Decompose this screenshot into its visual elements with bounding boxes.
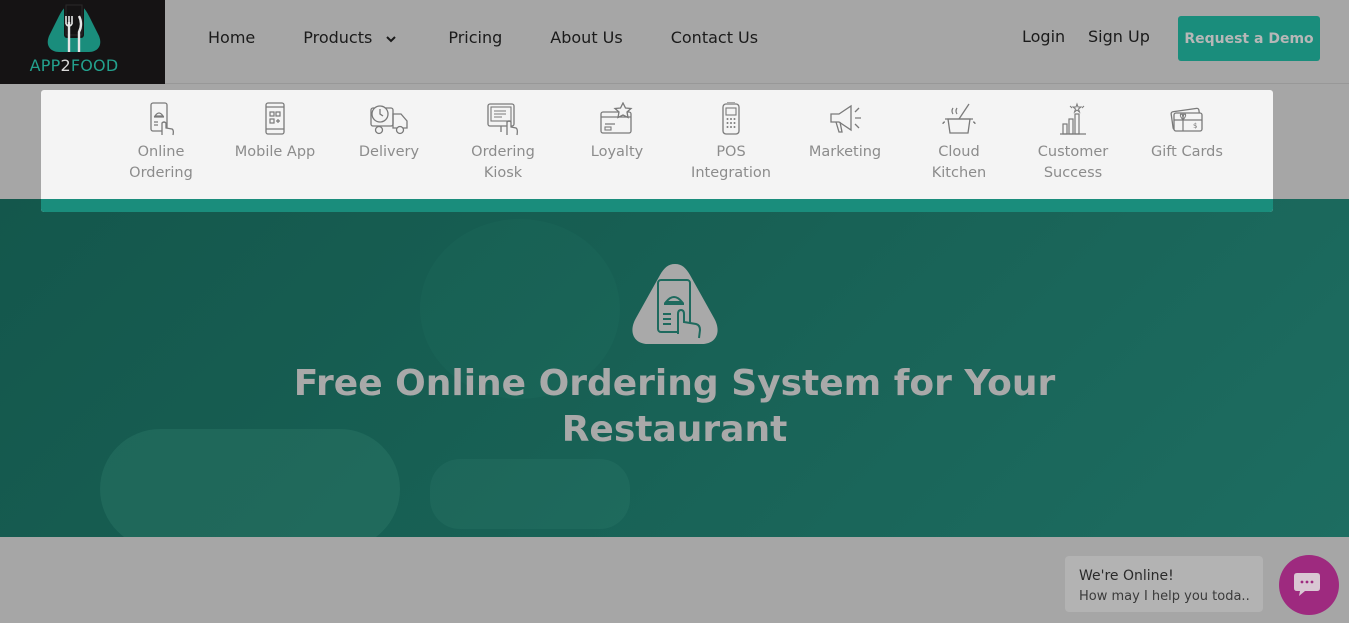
nav-about[interactable]: About Us [550,28,622,47]
online-ordering-hero-icon [632,264,718,344]
menu-item-delivery[interactable]: Delivery [334,102,444,163]
menu-item-label: Success [1043,165,1103,181]
chevron-down-icon [386,28,397,47]
chat-greeting-card[interactable]: We're Online! How may I help you toda... [1065,556,1263,612]
menu-item-pos-integration[interactable]: POS Integration [676,102,786,184]
hero-title: Free Online Ordering System for Your Res… [0,361,1349,453]
hero-section: Free Online Ordering System for Your Res… [0,199,1349,537]
menu-item-label: Mobile App [234,144,316,160]
menu-item-label: Loyalty [590,144,644,160]
menu-item-cloud-kitchen[interactable]: Cloud Kitchen [904,102,1014,184]
menu-item-label: Cloud [938,144,980,160]
menu-item-loyalty[interactable]: Loyalty [562,102,672,163]
menu-item-label: Online [137,144,185,160]
main-nav: Home Products Pricing About Us Contact U… [208,28,758,47]
gift-card-icon: $ [1170,107,1203,132]
menu-item-marketing[interactable]: Marketing [790,102,900,163]
mobile-app-icon [265,102,285,135]
loyalty-card-icon [600,102,633,134]
online-ordering-icon [150,102,174,136]
menu-item-customer-success[interactable]: Customer Success [1018,102,1128,184]
menu-item-label: Customer [1037,144,1109,160]
signup-link[interactable]: Sign Up [1088,27,1150,46]
svg-text:$: $ [1193,122,1197,130]
growth-chart-icon [1060,102,1086,135]
request-demo-button[interactable]: Request a Demo [1178,16,1320,61]
kiosk-icon [487,103,518,136]
nav-home[interactable]: Home [208,28,255,47]
nav-pricing[interactable]: Pricing [448,28,502,47]
dropdown-accent-bar [41,199,1273,212]
logo-icon [47,2,101,52]
products-dropdown: Online Ordering Mobile App Delivery Orde… [41,90,1273,212]
menu-item-label: Ordering [129,165,193,181]
logo[interactable]: APP2FOOD [0,0,165,84]
cooking-pot-icon [942,103,976,134]
menu-item-ordering-kiosk[interactable]: Ordering Kiosk [448,102,558,184]
hero-title-line-2: Restaurant [561,409,788,450]
menu-item-mobile-app[interactable]: Mobile App [220,102,330,163]
delivery-truck-icon [370,105,408,135]
hero-title-line-1: Free Online Ordering System for Your [293,363,1056,404]
menu-item-label: POS [716,144,746,160]
login-link[interactable]: Login [1022,27,1065,46]
menu-item-label: Kitchen [931,165,987,181]
menu-item-label: Gift Cards [1151,144,1223,160]
menu-item-online-ordering[interactable]: Online Ordering [106,102,216,184]
menu-item-label: Kiosk [483,165,523,181]
menu-item-label: Integration [691,165,771,181]
megaphone-icon [830,104,861,133]
menu-item-label: Delivery [358,144,420,160]
menu-item-gift-cards[interactable]: $ Gift Cards [1132,102,1242,163]
chat-status-text: We're Online! [1079,568,1174,584]
chat-launcher-button[interactable] [1279,555,1339,615]
hero-background-shape [430,459,630,529]
pos-terminal-icon [722,102,740,135]
nav-products[interactable]: Products [303,28,397,47]
logo-wordmark: APP2FOOD [29,56,119,75]
nav-products-label: Products [303,28,373,47]
chat-bubble-icon [1294,573,1320,596]
nav-contact[interactable]: Contact Us [671,28,758,47]
chat-prompt-text: How may I help you toda... [1079,589,1251,604]
site-header: APP2FOOD Home Products Pricing About Us … [0,0,1349,84]
menu-item-label: Ordering [471,144,535,160]
menu-item-label: Marketing [808,144,882,160]
